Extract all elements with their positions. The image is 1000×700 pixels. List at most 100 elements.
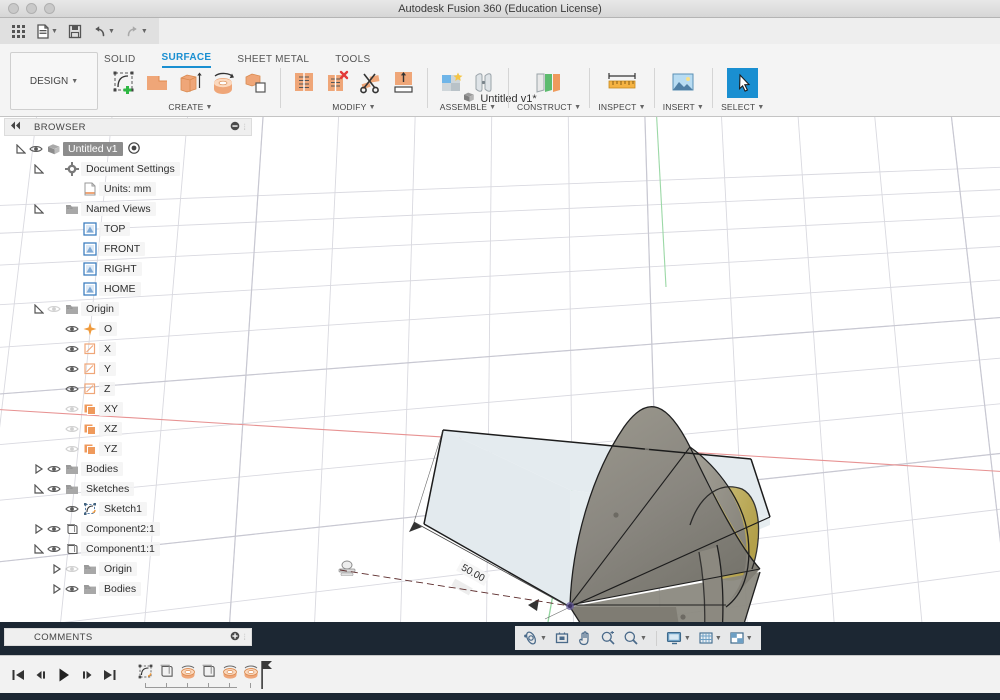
chevron-down-icon[interactable]: ▼	[205, 104, 212, 111]
browser-tree-item[interactable]: TOP	[4, 219, 252, 239]
browser-tree[interactable]: Untitled v1Document SettingsUnits: mmNam…	[4, 139, 252, 599]
browser-tree-item[interactable]: YZ	[4, 439, 252, 459]
tree-twisty-open[interactable]	[32, 304, 45, 314]
chevron-down-icon[interactable]: ▼	[640, 635, 647, 642]
visibility-toggle-icon[interactable]	[63, 324, 80, 334]
orbit-icon[interactable]: ▼	[521, 628, 549, 648]
visibility-toggle-icon[interactable]	[45, 304, 62, 314]
step-back-button[interactable]	[31, 663, 50, 687]
chevron-down-icon[interactable]: ▼	[369, 104, 376, 111]
tree-twisty-closed[interactable]	[50, 584, 63, 594]
browser-tree-item[interactable]: HOME	[4, 279, 252, 299]
browser-tree-item[interactable]: O	[4, 319, 252, 339]
tree-twisty-open[interactable]	[32, 484, 45, 494]
redo-icon[interactable]: ▼	[122, 22, 151, 41]
chevron-down-icon[interactable]: ▼	[757, 104, 764, 111]
sketch-dimension-anchor-icon[interactable]	[339, 561, 355, 576]
grid-snaps-icon[interactable]: ▼	[696, 628, 724, 648]
browser-tree-item[interactable]: Sketch1	[4, 499, 252, 519]
browser-tree-item[interactable]: Named Views	[4, 199, 252, 219]
timeline-end-marker[interactable]	[259, 660, 273, 690]
browser-tree-item[interactable]: Origin	[4, 299, 252, 319]
browser-tree-item[interactable]: Untitled v1	[4, 139, 252, 159]
panel-options-icon[interactable]	[230, 121, 240, 134]
extend-icon[interactable]	[388, 68, 419, 98]
timeline-features[interactable]	[135, 660, 261, 690]
new-component-icon[interactable]	[436, 68, 467, 98]
look-at-icon[interactable]	[552, 628, 572, 648]
browser-tree-item[interactable]: Bodies	[4, 579, 252, 599]
browser-tree-item[interactable]: Units: mm	[4, 179, 252, 199]
tab-sheet-metal[interactable]: SHEET METAL	[237, 54, 309, 68]
chevron-down-icon[interactable]: ▼	[108, 28, 115, 35]
browser-tree-item[interactable]: Bodies	[4, 459, 252, 479]
go-to-beginning-button[interactable]	[8, 663, 27, 687]
extrude-icon[interactable]	[175, 68, 206, 98]
browser-tree-item[interactable]: Component2:1	[4, 519, 252, 539]
tree-twisty-closed[interactable]	[32, 464, 45, 474]
tree-twisty-open[interactable]	[14, 144, 27, 154]
stitch-icon[interactable]	[289, 68, 320, 98]
save-icon[interactable]	[65, 22, 85, 41]
chevron-down-icon[interactable]: ▼	[51, 28, 58, 35]
insert-image-icon[interactable]	[668, 68, 699, 98]
play-button[interactable]	[54, 663, 73, 687]
browser-tree-item[interactable]: Origin	[4, 559, 252, 579]
active-component-radio[interactable]	[128, 142, 140, 157]
collapse-left-icon[interactable]	[10, 121, 22, 133]
visibility-toggle-icon[interactable]	[27, 144, 44, 154]
viewport-layout-icon[interactable]: ▼	[727, 628, 755, 648]
browser-tree-item[interactable]: RIGHT	[4, 259, 252, 279]
app-grid-icon[interactable]	[8, 22, 29, 41]
browser-tree-item[interactable]: Z	[4, 379, 252, 399]
chevron-down-icon[interactable]: ▼	[141, 28, 148, 35]
visibility-toggle-icon[interactable]	[63, 564, 80, 574]
revolve-icon[interactable]	[208, 68, 239, 98]
chevron-down-icon[interactable]: ▼	[697, 104, 704, 111]
chevron-down-icon[interactable]: ▼	[489, 104, 496, 111]
browser-tree-item[interactable]: Document Settings	[4, 159, 252, 179]
browser-tree-item[interactable]: FRONT	[4, 239, 252, 259]
timeline-feature-loft-3[interactable]	[240, 660, 261, 684]
browser-tree-item[interactable]: X	[4, 339, 252, 359]
offset-plane-icon[interactable]	[529, 68, 569, 98]
zoom-window-icon[interactable]	[598, 628, 618, 648]
browser-tree-item[interactable]: Sketches	[4, 479, 252, 499]
offset-icon[interactable]	[241, 68, 272, 98]
tree-twisty-closed[interactable]	[50, 564, 63, 574]
tree-twisty-open[interactable]	[32, 204, 45, 214]
create-sketch-icon[interactable]	[109, 68, 140, 98]
joint-icon[interactable]	[469, 68, 500, 98]
visibility-toggle-icon[interactable]	[45, 544, 62, 554]
tree-twisty-closed[interactable]	[32, 524, 45, 534]
tab-solid[interactable]: SOLID	[104, 54, 136, 68]
tab-surface[interactable]: SURFACE	[162, 52, 212, 68]
visibility-toggle-icon[interactable]	[63, 404, 80, 414]
browser-tree-item[interactable]: Component1:1	[4, 539, 252, 559]
tab-tools[interactable]: TOOLS	[335, 54, 370, 68]
unstitch-icon[interactable]	[322, 68, 353, 98]
chevron-down-icon[interactable]: ▼	[746, 635, 753, 642]
display-settings-icon[interactable]: ▼	[664, 628, 693, 648]
add-comment-icon[interactable]	[230, 631, 240, 644]
origin-point[interactable]	[566, 602, 574, 610]
panel-resize-handle[interactable]: ⦙	[244, 632, 246, 643]
chevron-down-icon[interactable]: ▼	[540, 635, 547, 642]
chevron-down-icon[interactable]: ▼	[715, 635, 722, 642]
visibility-toggle-icon[interactable]	[63, 364, 80, 374]
visibility-toggle-icon[interactable]	[45, 484, 62, 494]
panel-resize-handle[interactable]: ⦙	[244, 122, 246, 133]
visibility-toggle-icon[interactable]	[45, 464, 62, 474]
timeline-feature-loft-1[interactable]	[177, 660, 198, 684]
visibility-toggle-icon[interactable]	[63, 504, 80, 514]
surface-lower-left[interactable]	[570, 607, 690, 622]
visibility-toggle-icon[interactable]	[63, 424, 80, 434]
visibility-toggle-icon[interactable]	[63, 444, 80, 454]
undo-icon[interactable]: ▼	[89, 22, 118, 41]
chevron-down-icon[interactable]: ▼	[639, 104, 646, 111]
patch-icon[interactable]	[142, 68, 173, 98]
zoom-icon[interactable]: ▼	[621, 628, 649, 648]
visibility-toggle-icon[interactable]	[63, 584, 80, 594]
go-to-end-button[interactable]	[100, 663, 119, 687]
browser-tree-item[interactable]: XY	[4, 399, 252, 419]
